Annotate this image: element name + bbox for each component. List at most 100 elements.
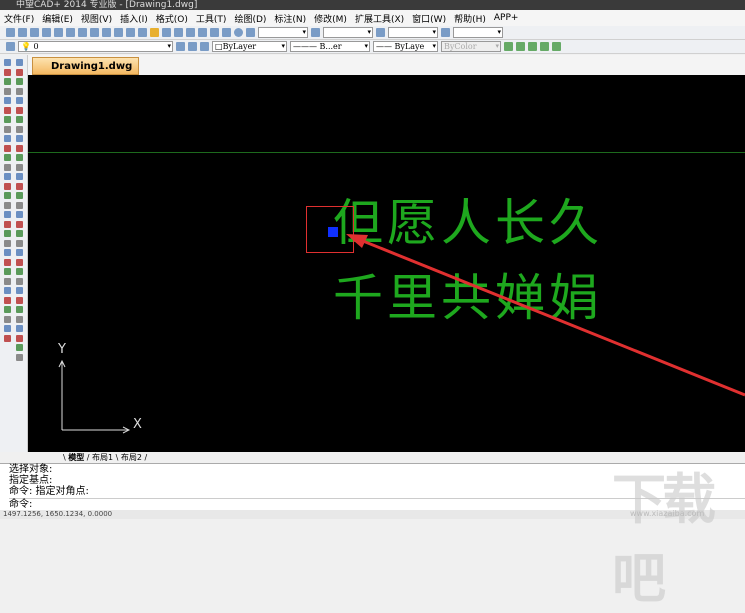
modify-tool-icon[interactable]	[16, 325, 23, 332]
menu-window[interactable]: 窗口(W)	[412, 12, 446, 25]
modify-tool-icon[interactable]	[16, 97, 23, 104]
draw-tool-icon[interactable]	[4, 154, 11, 161]
modify-tool-icon[interactable]	[16, 192, 23, 199]
layer-manager-icon[interactable]	[6, 42, 15, 51]
draw-tool-icon[interactable]	[4, 68, 11, 76]
multileader-select[interactable]	[453, 27, 503, 38]
draw-tool-icon[interactable]	[4, 315, 11, 323]
preview-icon[interactable]	[54, 28, 63, 37]
tab-model[interactable]: 模型	[68, 453, 84, 462]
modify-tool-icon[interactable]	[16, 344, 23, 351]
plotstyle-select[interactable]: ByColor	[441, 41, 501, 52]
copy-icon[interactable]	[90, 28, 99, 37]
modify-tool-icon[interactable]	[16, 268, 23, 275]
menu-format[interactable]: 格式(O)	[156, 12, 188, 25]
pan-icon[interactable]	[150, 28, 159, 37]
tab-layout1[interactable]: 布局1	[92, 453, 113, 462]
undo-icon[interactable]	[126, 28, 135, 37]
draw-tool-icon[interactable]	[4, 296, 11, 304]
draw-tool-icon[interactable]	[4, 87, 11, 95]
menu-help[interactable]: 帮助(H)	[454, 12, 486, 25]
draw-tool-icon[interactable]	[4, 277, 11, 285]
zoom-prev-icon[interactable]	[186, 28, 195, 37]
draw-tool-icon[interactable]	[4, 125, 11, 133]
draw-tool-icon[interactable]	[4, 106, 11, 114]
draw-tool-icon[interactable]	[4, 182, 11, 190]
layer-make-current-icon[interactable]	[188, 42, 197, 51]
modify-tool-icon[interactable]	[16, 59, 23, 66]
modify-tool-icon[interactable]	[16, 287, 23, 294]
draw-tool-icon[interactable]	[4, 78, 11, 85]
modify-tool-icon[interactable]	[16, 78, 23, 85]
properties-icon[interactable]	[198, 28, 207, 37]
draw-tool-icon[interactable]	[4, 135, 11, 142]
modify-tool-icon[interactable]	[16, 87, 23, 95]
modify-tool-icon[interactable]	[16, 144, 23, 152]
color-select[interactable]: □ByLayer	[212, 41, 287, 52]
modify-tool-icon[interactable]	[16, 230, 23, 237]
drawing-canvas[interactable]: 但愿人长久 千里共婵娟 Y X	[28, 75, 745, 452]
paste-icon[interactable]	[102, 28, 111, 37]
modify-tool-icon[interactable]	[16, 211, 23, 218]
dim-style-select[interactable]	[323, 27, 373, 38]
table-style-select[interactable]	[388, 27, 438, 38]
lineweight-select[interactable]: —— ByLaye	[373, 41, 438, 52]
modify-tool-icon[interactable]	[16, 125, 23, 133]
zoom-icon[interactable]	[162, 28, 171, 37]
modify-tool-icon[interactable]	[16, 220, 23, 228]
menu-file[interactable]: 文件(F)	[4, 12, 34, 25]
draw-tool-icon[interactable]	[4, 258, 11, 266]
draw-tool-icon[interactable]	[4, 192, 11, 199]
view2-icon[interactable]	[516, 42, 525, 51]
menu-dimension[interactable]: 标注(N)	[274, 12, 306, 25]
cut-icon[interactable]	[78, 28, 87, 37]
menu-view[interactable]: 视图(V)	[81, 12, 112, 25]
modify-tool-icon[interactable]	[16, 154, 23, 161]
modify-tool-icon[interactable]	[16, 106, 23, 114]
modify-tool-icon[interactable]	[16, 353, 23, 361]
tab-layout2[interactable]: 布局2	[121, 453, 142, 462]
menu-insert[interactable]: 插入(I)	[120, 12, 148, 25]
layer-state-icon[interactable]	[200, 42, 209, 51]
document-tab[interactable]: Drawing1.dwg	[32, 57, 140, 75]
redo-icon[interactable]	[138, 28, 147, 37]
text-style-select[interactable]	[258, 27, 308, 38]
modify-tool-icon[interactable]	[16, 306, 23, 313]
draw-tool-icon[interactable]	[4, 287, 11, 294]
modify-tool-icon[interactable]	[16, 296, 23, 304]
draw-tool-icon[interactable]	[4, 325, 11, 332]
open-icon[interactable]	[18, 28, 27, 37]
view-icon[interactable]	[504, 42, 513, 51]
draw-tool-icon[interactable]	[4, 144, 11, 152]
menu-modify[interactable]: 修改(M)	[314, 12, 347, 25]
view3-icon[interactable]	[528, 42, 537, 51]
draw-tool-icon[interactable]	[4, 201, 11, 209]
draw-tool-icon[interactable]	[4, 268, 11, 275]
menu-draw[interactable]: 绘图(D)	[234, 12, 266, 25]
new-icon[interactable]	[6, 28, 15, 37]
draw-tool-icon[interactable]	[4, 220, 11, 228]
draw-tool-icon[interactable]	[4, 59, 11, 66]
draw-tool-icon[interactable]	[4, 97, 11, 104]
menu-app[interactable]: APP+	[494, 13, 519, 23]
modify-tool-icon[interactable]	[16, 68, 23, 76]
match-icon[interactable]	[114, 28, 123, 37]
draw-tool-icon[interactable]	[4, 211, 11, 218]
menu-tools[interactable]: 工具(T)	[196, 12, 227, 25]
save-icon[interactable]	[30, 28, 39, 37]
view5-icon[interactable]	[552, 42, 561, 51]
draw-tool-icon[interactable]	[4, 173, 11, 180]
modify-tool-icon[interactable]	[16, 249, 23, 256]
modify-tool-icon[interactable]	[16, 135, 23, 142]
modify-tool-icon[interactable]	[16, 182, 23, 190]
modify-tool-icon[interactable]	[16, 258, 23, 266]
layer-prev-icon[interactable]	[176, 42, 185, 51]
tool-palette-icon[interactable]	[222, 28, 231, 37]
menu-edit[interactable]: 编辑(E)	[42, 12, 73, 25]
draw-tool-icon[interactable]	[4, 249, 11, 256]
modify-tool-icon[interactable]	[16, 163, 23, 171]
modify-tool-icon[interactable]	[16, 116, 23, 123]
draw-tool-icon[interactable]	[4, 239, 11, 247]
zoom-window-icon[interactable]	[174, 28, 183, 37]
help-icon[interactable]	[234, 28, 243, 37]
